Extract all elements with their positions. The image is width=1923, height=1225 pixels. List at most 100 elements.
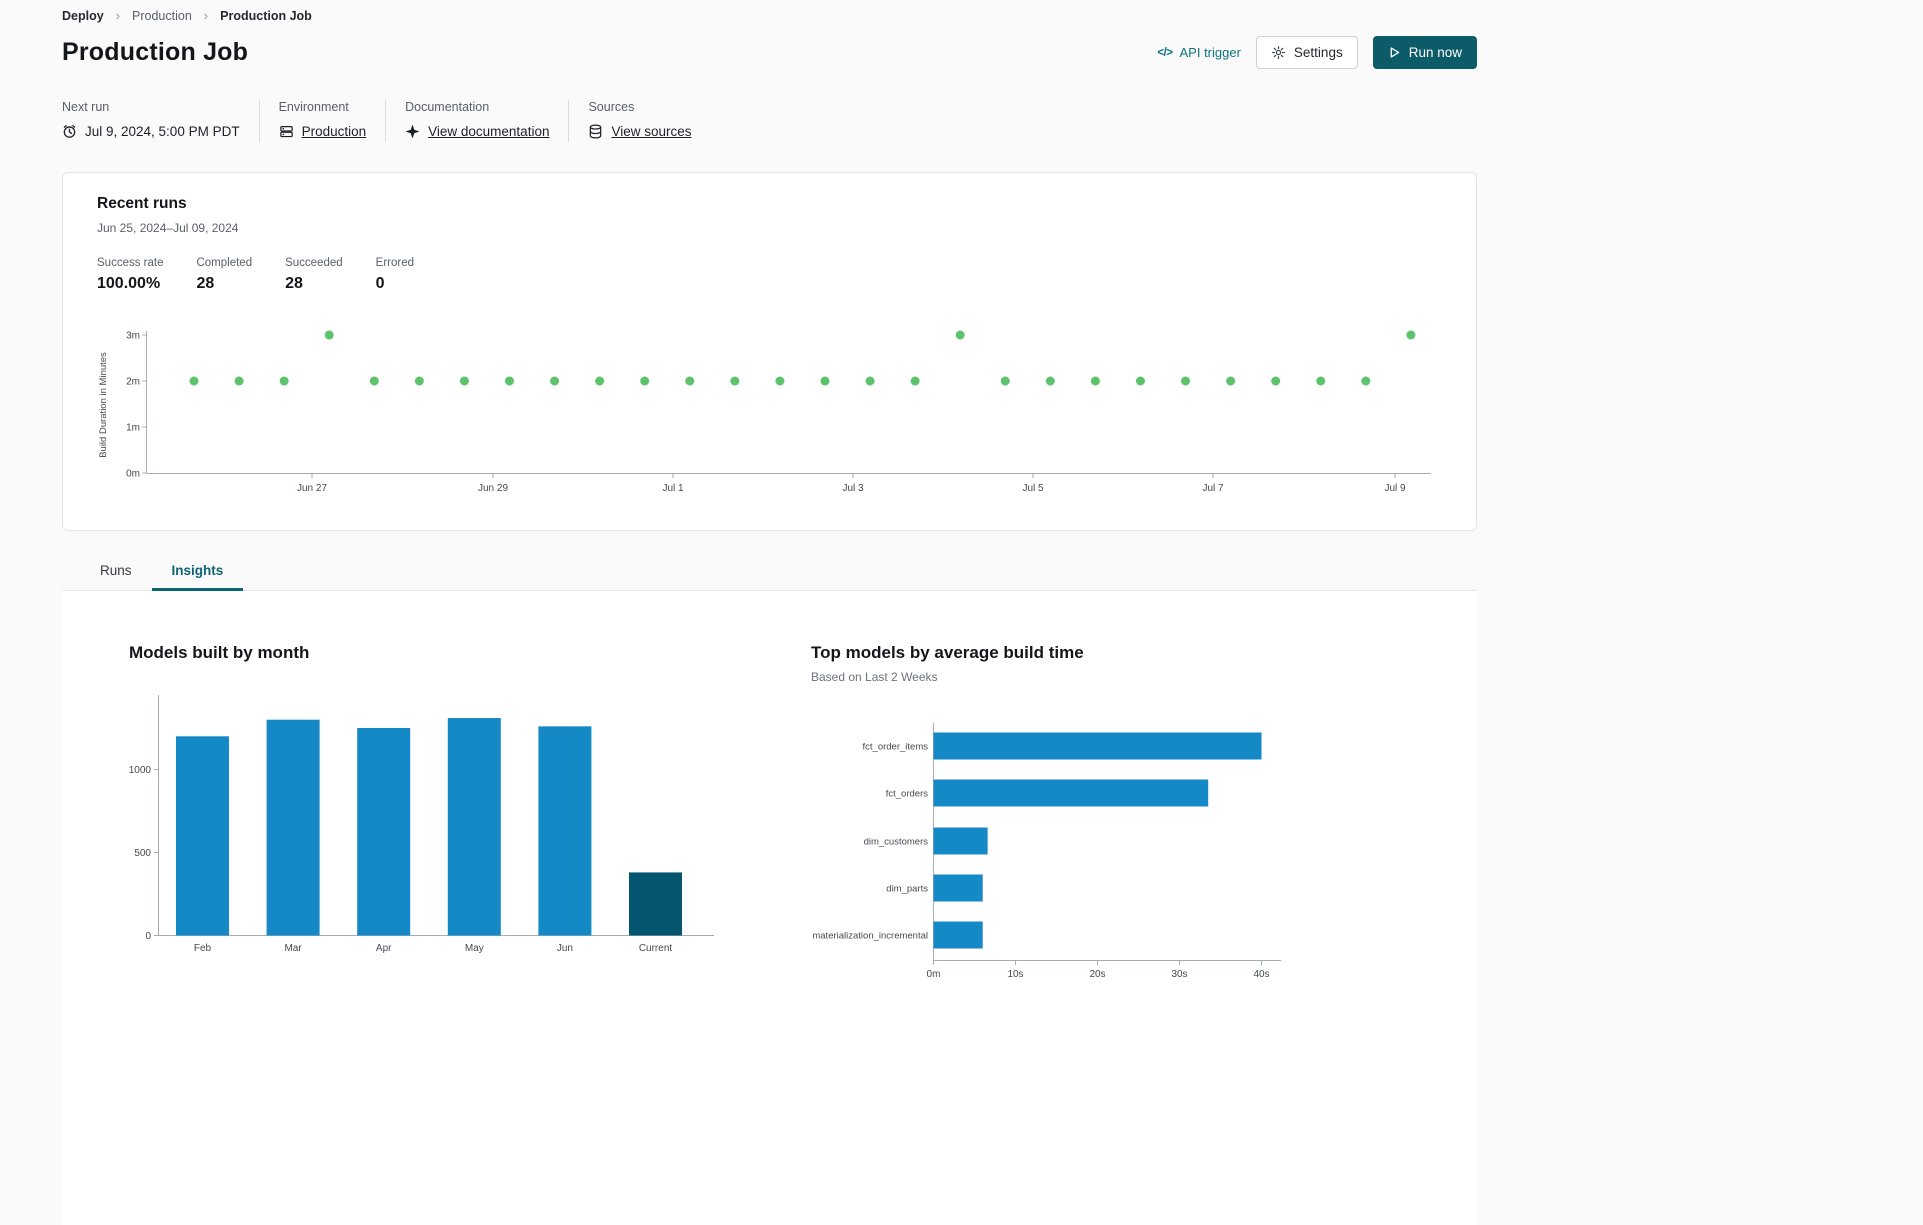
view-sources-link[interactable]: View sources <box>611 124 691 139</box>
code-icon: </> <box>1157 46 1173 59</box>
header-actions: </> API trigger Settings Run now <box>1157 36 1477 69</box>
svg-text:Jul 3: Jul 3 <box>842 483 864 494</box>
stat-value: 28 <box>285 275 303 292</box>
svg-text:fct_order_items: fct_order_items <box>863 742 929 753</box>
next-run-value-row: Jul 9, 2024, 5:00 PM PDT <box>62 124 240 139</box>
environment-value-row: Production <box>279 124 367 139</box>
svg-text:dim_customers: dim_customers <box>864 837 929 848</box>
svg-text:0m: 0m <box>927 969 941 980</box>
stat-success-rate: Success rate 100.00% <box>97 257 163 293</box>
divider <box>385 100 387 142</box>
svg-text:Jun 29: Jun 29 <box>478 483 508 494</box>
stat-label: Success rate <box>97 257 164 269</box>
documentation-label: Documentation <box>405 100 490 114</box>
play-icon <box>1390 47 1399 58</box>
svg-text:1m: 1m <box>126 423 140 434</box>
next-run-value: Jul 9, 2024, 5:00 PM PDT <box>85 124 240 139</box>
page-content: Deploy › Production › Production Job Pro… <box>62 0 1477 1225</box>
recent-runs-title: Recent runs <box>97 195 187 212</box>
documentation-icon <box>405 124 420 139</box>
svg-text:10s: 10s <box>1007 969 1023 980</box>
top-models-subtitle: Based on Last 2 Weeks <box>811 670 938 684</box>
svg-text:Feb: Feb <box>194 943 212 954</box>
recent-runs-stats: Success rate 100.00% Completed 28 Succee… <box>97 257 1442 293</box>
svg-text:Current: Current <box>639 943 673 954</box>
svg-text:500: 500 <box>134 848 151 859</box>
job-meta-row: Next run Jul 9, 2024, 5:00 PM PDT Enviro… <box>62 100 1477 142</box>
title-row: Production Job </> API trigger Settings … <box>62 36 1477 69</box>
top-models-block: Top models by average build time Based o… <box>811 643 1371 985</box>
top-models-chart: fct_order_items fct_orders dim_customersdi… <box>812 723 1281 980</box>
breadcrumb-deploy[interactable]: Deploy <box>62 9 104 23</box>
environment-link[interactable]: Production <box>302 124 367 139</box>
stat-value: 28 <box>196 275 215 292</box>
svg-text:Jul 7: Jul 7 <box>1202 483 1224 494</box>
svg-text:fct_orders: fct_orders <box>886 789 928 800</box>
meta-documentation: Documentation View documentation <box>405 100 549 139</box>
breadcrumb: Deploy › Production › Production Job <box>62 8 1477 23</box>
tab-runs[interactable]: Runs <box>80 553 152 590</box>
svg-text:Jun 27: Jun 27 <box>297 483 327 494</box>
settings-button-label: Settings <box>1293 45 1343 60</box>
breadcrumb-production[interactable]: Production <box>132 9 192 23</box>
svg-text:20s: 20s <box>1089 969 1105 980</box>
stat-errored: Errored 0 <box>376 257 414 293</box>
meta-next-run: Next run Jul 9, 2024, 5:00 PM PDT <box>62 100 240 139</box>
svg-text:Jul 9: Jul 9 <box>1384 483 1406 494</box>
svg-text:1000: 1000 <box>129 765 152 776</box>
stat-completed: Completed 28 <box>196 257 252 293</box>
svg-text:Apr: Apr <box>376 943 392 954</box>
svg-text:dim_parts: dim_parts <box>886 884 928 895</box>
settings-button[interactable]: Settings <box>1255 36 1358 69</box>
divider <box>568 100 570 142</box>
stat-value: 0 <box>375 275 385 292</box>
svg-text:May: May <box>465 943 484 954</box>
recent-runs-date-range: Jun 25, 2024–Jul 09, 2024 <box>97 221 239 235</box>
svg-text:Build Duration in Minutes: Build Duration in Minutes <box>98 352 109 458</box>
api-trigger-link[interactable]: </> API trigger <box>1157 45 1241 60</box>
database-icon <box>590 124 602 139</box>
svg-text:0m: 0m <box>126 469 140 480</box>
alarm-clock-icon <box>63 125 76 138</box>
stat-value: 100.00% <box>97 275 161 292</box>
models-built-by-month-block: Models built by month 0 500 1000 Feb Mar Apr M… <box>129 643 769 959</box>
sources-value-row: View sources <box>588 124 692 139</box>
sources-label: Sources <box>588 100 635 114</box>
breadcrumb-separator: › <box>115 8 121 23</box>
tab-insights[interactable]: Insights <box>151 553 244 591</box>
tab-bar: Runs Insights <box>62 553 1477 591</box>
gear-icon <box>1271 45 1285 60</box>
svg-text:40s: 40s <box>1253 969 1269 980</box>
environment-label: Environment <box>278 100 349 114</box>
api-trigger-label: API trigger <box>1179 45 1241 60</box>
insights-panel: Models built by month 0 500 1000 Feb Mar Apr M… <box>62 591 1477 1225</box>
svg-text:0: 0 <box>145 931 151 942</box>
svg-text:materialization_incremental: materialization_incremental <box>812 931 928 942</box>
svg-text:Jul 5: Jul 5 <box>1022 483 1044 494</box>
models-built-by-month-title: Models built by month <box>129 643 310 662</box>
meta-environment: Environment Production <box>279 100 367 139</box>
svg-text:3m: 3m <box>126 331 140 342</box>
next-run-label: Next run <box>62 100 110 114</box>
recent-runs-card: Recent runs Jun 25, 2024–Jul 09, 2024 Su… <box>62 172 1477 531</box>
svg-text:Jun: Jun <box>557 943 573 954</box>
view-documentation-link[interactable]: View documentation <box>428 124 549 139</box>
svg-text:Jul 1: Jul 1 <box>662 483 684 494</box>
run-now-button-label: Run now <box>1408 45 1462 60</box>
top-models-title: Top models by average build time <box>811 643 1084 662</box>
environment-icon <box>279 126 293 138</box>
breadcrumb-current-page: Production Job <box>220 8 312 23</box>
divider <box>258 100 260 142</box>
run-now-button[interactable]: Run now <box>1372 36 1477 69</box>
stat-label: Succeeded <box>285 257 343 269</box>
models-built-by-month-chart: 0 500 1000 Feb Mar Apr May Jun Current <box>129 695 714 954</box>
page-title: Production Job <box>62 38 249 66</box>
svg-text:2m: 2m <box>126 377 140 388</box>
stat-label: Completed <box>196 257 253 269</box>
documentation-value-row: View documentation <box>405 124 549 139</box>
breadcrumb-separator: › <box>203 8 209 23</box>
svg-text:Mar: Mar <box>284 943 302 954</box>
svg-text:30s: 30s <box>1171 969 1187 980</box>
stat-label: Errored <box>375 257 415 269</box>
run-duration-scatter-chart: Build Duration in Minutes 0m 1m 2m 3m Jun 27 J… <box>98 330 1431 494</box>
